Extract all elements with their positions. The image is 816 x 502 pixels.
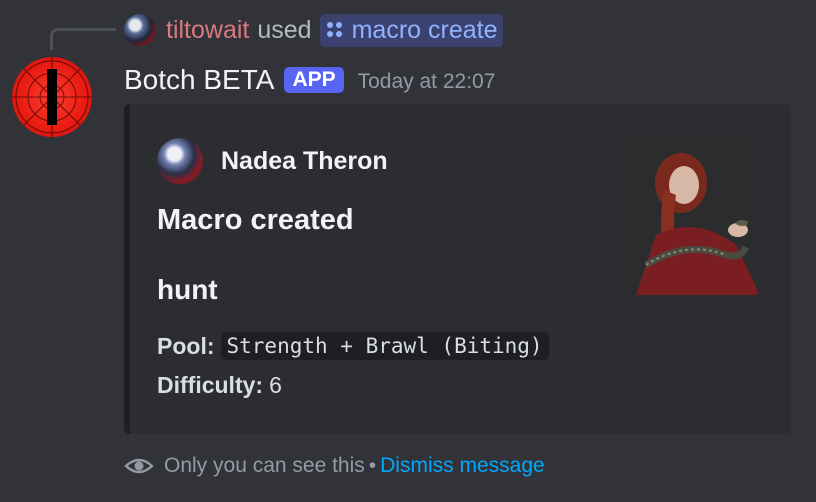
only-you-text: Only you can see this [164,454,365,477]
macro-name: hunt [157,274,218,305]
separator-dot: • [368,454,377,477]
difficulty-row: Difficulty: 6 [157,372,282,399]
embed-author: Nadea Theron [157,138,388,184]
command-name: macro create [351,15,498,44]
difficulty-value: 6 [269,372,282,398]
embed-title: Macro created [157,204,354,236]
command-mention[interactable]: macro create [319,13,504,47]
message-header: Botch BETA APP Today at 22:07 [124,62,495,98]
author-avatar [157,138,203,184]
difficulty-label: Difficulty: [157,372,264,398]
pool-row: Pool: Strength + Brawl (Biting) [157,332,549,360]
reply-username[interactable]: tiltowait [166,16,249,45]
pool-value: Strength + Brawl (Biting) [220,332,549,360]
timestamp: Today at 22:07 [357,70,496,93]
character-thumbnail[interactable] [626,135,760,295]
embed-card: Nadea Theron Macro created hunt Pool: St… [124,104,791,434]
reply-context: tiltowait used macro create [124,12,504,48]
eye-icon [124,458,154,474]
reply-used-text: used [257,15,312,44]
ephemeral-notice: Only you can see this • Dismiss message [124,452,545,480]
reply-user-avatar[interactable] [124,14,156,46]
reply-connector [50,28,116,50]
command-icon [326,21,344,39]
pool-label: Pool: [157,332,215,359]
app-badge: APP [284,67,344,93]
bot-avatar[interactable] [12,57,92,137]
dismiss-message-link[interactable]: Dismiss message [380,454,545,478]
author-name: Nadea Theron [221,146,388,175]
character-portrait [626,135,760,295]
bot-name[interactable]: Botch BETA [124,64,274,96]
